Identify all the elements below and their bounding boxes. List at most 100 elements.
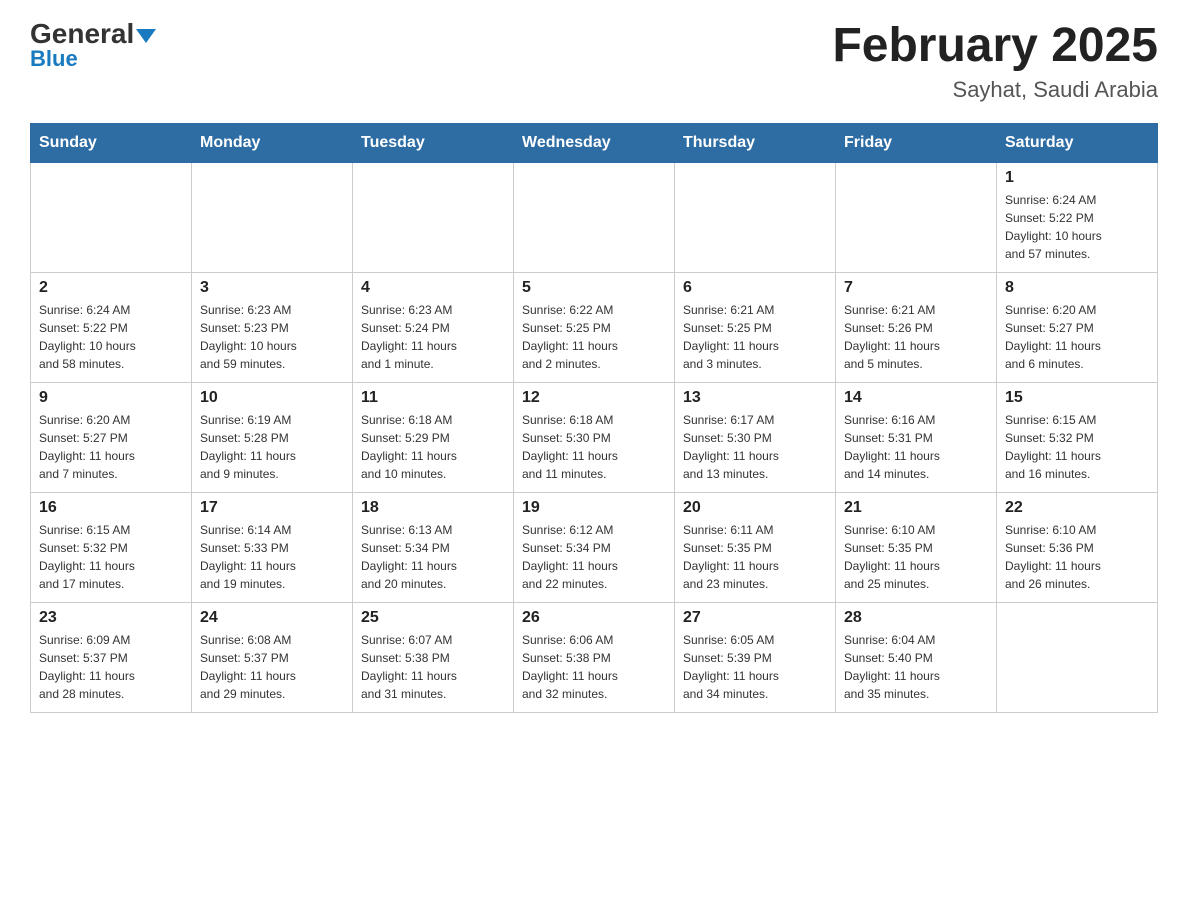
day-info: Sunrise: 6:08 AMSunset: 5:37 PMDaylight:… [200, 631, 344, 703]
day-info: Sunrise: 6:21 AMSunset: 5:26 PMDaylight:… [844, 301, 988, 373]
day-cell: 25 Sunrise: 6:07 AMSunset: 5:38 PMDayligh… [353, 602, 514, 712]
day-info: Sunrise: 6:05 AMSunset: 5:39 PMDaylight:… [683, 631, 827, 703]
day-number: 6 [683, 279, 827, 297]
day-number: 16 [39, 499, 183, 517]
day-cell: 24 Sunrise: 6:08 AMSunset: 5:37 PMDayligh… [192, 602, 353, 712]
page-header: General Blue February 2025 Sayhat, Saudi… [30, 20, 1158, 103]
week-row-3: 16 Sunrise: 6:15 AMSunset: 5:32 PMDayligh… [31, 492, 1158, 602]
day-number: 10 [200, 389, 344, 407]
day-info: Sunrise: 6:11 AMSunset: 5:35 PMDaylight:… [683, 521, 827, 593]
day-info: Sunrise: 6:16 AMSunset: 5:31 PMDaylight:… [844, 411, 988, 483]
day-info: Sunrise: 6:07 AMSunset: 5:38 PMDaylight:… [361, 631, 505, 703]
week-row-2: 9 Sunrise: 6:20 AMSunset: 5:27 PMDaylight… [31, 382, 1158, 492]
day-cell [353, 162, 514, 272]
day-cell: 15 Sunrise: 6:15 AMSunset: 5:32 PMDayligh… [997, 382, 1158, 492]
day-cell: 8 Sunrise: 6:20 AMSunset: 5:27 PMDaylight… [997, 272, 1158, 382]
logo-triangle-icon [136, 29, 156, 43]
day-cell: 18 Sunrise: 6:13 AMSunset: 5:34 PMDayligh… [353, 492, 514, 602]
day-number: 11 [361, 389, 505, 407]
day-number: 24 [200, 609, 344, 627]
logo: General Blue [30, 20, 156, 72]
week-row-0: 1 Sunrise: 6:24 AMSunset: 5:22 PMDaylight… [31, 162, 1158, 272]
day-cell [997, 602, 1158, 712]
day-cell: 11 Sunrise: 6:18 AMSunset: 5:29 PMDayligh… [353, 382, 514, 492]
day-info: Sunrise: 6:12 AMSunset: 5:34 PMDaylight:… [522, 521, 666, 593]
header-sunday: Sunday [31, 123, 192, 162]
day-cell: 6 Sunrise: 6:21 AMSunset: 5:25 PMDaylight… [675, 272, 836, 382]
day-info: Sunrise: 6:13 AMSunset: 5:34 PMDaylight:… [361, 521, 505, 593]
day-number: 22 [1005, 499, 1149, 517]
day-number: 18 [361, 499, 505, 517]
header-tuesday: Tuesday [353, 123, 514, 162]
day-cell [31, 162, 192, 272]
day-cell [836, 162, 997, 272]
day-number: 21 [844, 499, 988, 517]
day-cell: 12 Sunrise: 6:18 AMSunset: 5:30 PMDayligh… [514, 382, 675, 492]
day-number: 1 [1005, 169, 1149, 187]
day-cell: 1 Sunrise: 6:24 AMSunset: 5:22 PMDaylight… [997, 162, 1158, 272]
location: Sayhat, Saudi Arabia [832, 77, 1158, 103]
header-saturday: Saturday [997, 123, 1158, 162]
day-cell: 4Sunrise: 6:23 AMSunset: 5:24 PMDaylight… [353, 272, 514, 382]
day-info: Sunrise: 6:15 AMSunset: 5:32 PMDaylight:… [1005, 411, 1149, 483]
day-info: Sunrise: 6:19 AMSunset: 5:28 PMDaylight:… [200, 411, 344, 483]
day-info: Sunrise: 6:20 AMSunset: 5:27 PMDaylight:… [1005, 301, 1149, 373]
day-info: Sunrise: 6:23 AMSunset: 5:23 PMDaylight:… [200, 301, 344, 373]
day-number: 9 [39, 389, 183, 407]
day-number: 2 [39, 279, 183, 297]
day-cell: 7 Sunrise: 6:21 AMSunset: 5:26 PMDaylight… [836, 272, 997, 382]
day-info: Sunrise: 6:22 AMSunset: 5:25 PMDaylight:… [522, 301, 666, 373]
day-info: Sunrise: 6:17 AMSunset: 5:30 PMDaylight:… [683, 411, 827, 483]
day-cell: 20 Sunrise: 6:11 AMSunset: 5:35 PMDayligh… [675, 492, 836, 602]
day-info: Sunrise: 6:09 AMSunset: 5:37 PMDaylight:… [39, 631, 183, 703]
day-number: 15 [1005, 389, 1149, 407]
day-info: Sunrise: 6:21 AMSunset: 5:25 PMDaylight:… [683, 301, 827, 373]
day-cell: 2Sunrise: 6:24 AMSunset: 5:22 PMDaylight… [31, 272, 192, 382]
day-cell: 14 Sunrise: 6:16 AMSunset: 5:31 PMDayligh… [836, 382, 997, 492]
day-info: Sunrise: 6:14 AMSunset: 5:33 PMDaylight:… [200, 521, 344, 593]
day-number: 5 [522, 279, 666, 297]
day-info: Sunrise: 6:06 AMSunset: 5:38 PMDaylight:… [522, 631, 666, 703]
day-number: 14 [844, 389, 988, 407]
day-number: 13 [683, 389, 827, 407]
day-info: Sunrise: 6:20 AMSunset: 5:27 PMDaylight:… [39, 411, 183, 483]
day-number: 19 [522, 499, 666, 517]
day-info: Sunrise: 6:24 AMSunset: 5:22 PMDaylight:… [1005, 191, 1149, 263]
day-number: 25 [361, 609, 505, 627]
title-section: February 2025 Sayhat, Saudi Arabia [832, 20, 1158, 103]
logo-general: General [30, 20, 156, 48]
day-cell: 9 Sunrise: 6:20 AMSunset: 5:27 PMDaylight… [31, 382, 192, 492]
day-cell: 10 Sunrise: 6:19 AMSunset: 5:28 PMDayligh… [192, 382, 353, 492]
day-cell: 23Sunrise: 6:09 AMSunset: 5:37 PMDayligh… [31, 602, 192, 712]
day-cell: 13 Sunrise: 6:17 AMSunset: 5:30 PMDayligh… [675, 382, 836, 492]
calendar-table: SundayMondayTuesdayWednesdayThursdayFrid… [30, 123, 1158, 713]
day-cell [192, 162, 353, 272]
logo-blue: Blue [30, 46, 78, 72]
day-info: Sunrise: 6:04 AMSunset: 5:40 PMDaylight:… [844, 631, 988, 703]
day-number: 4 [361, 279, 505, 297]
day-cell: 27 Sunrise: 6:05 AMSunset: 5:39 PMDayligh… [675, 602, 836, 712]
header-thursday: Thursday [675, 123, 836, 162]
day-number: 20 [683, 499, 827, 517]
header-monday: Monday [192, 123, 353, 162]
day-number: 3 [200, 279, 344, 297]
week-row-4: 23Sunrise: 6:09 AMSunset: 5:37 PMDayligh… [31, 602, 1158, 712]
day-info: Sunrise: 6:18 AMSunset: 5:30 PMDaylight:… [522, 411, 666, 483]
day-number: 7 [844, 279, 988, 297]
day-cell: 28Sunrise: 6:04 AMSunset: 5:40 PMDayligh… [836, 602, 997, 712]
day-cell [514, 162, 675, 272]
day-cell: 19 Sunrise: 6:12 AMSunset: 5:34 PMDayligh… [514, 492, 675, 602]
week-row-1: 2Sunrise: 6:24 AMSunset: 5:22 PMDaylight… [31, 272, 1158, 382]
day-info: Sunrise: 6:18 AMSunset: 5:29 PMDaylight:… [361, 411, 505, 483]
day-cell: 22Sunrise: 6:10 AMSunset: 5:36 PMDayligh… [997, 492, 1158, 602]
day-cell: 16 Sunrise: 6:15 AMSunset: 5:32 PMDayligh… [31, 492, 192, 602]
header-friday: Friday [836, 123, 997, 162]
day-number: 27 [683, 609, 827, 627]
day-cell: 26Sunrise: 6:06 AMSunset: 5:38 PMDayligh… [514, 602, 675, 712]
day-info: Sunrise: 6:15 AMSunset: 5:32 PMDaylight:… [39, 521, 183, 593]
day-number: 8 [1005, 279, 1149, 297]
day-number: 17 [200, 499, 344, 517]
day-cell: 17 Sunrise: 6:14 AMSunset: 5:33 PMDayligh… [192, 492, 353, 602]
month-title: February 2025 [832, 20, 1158, 73]
day-number: 12 [522, 389, 666, 407]
